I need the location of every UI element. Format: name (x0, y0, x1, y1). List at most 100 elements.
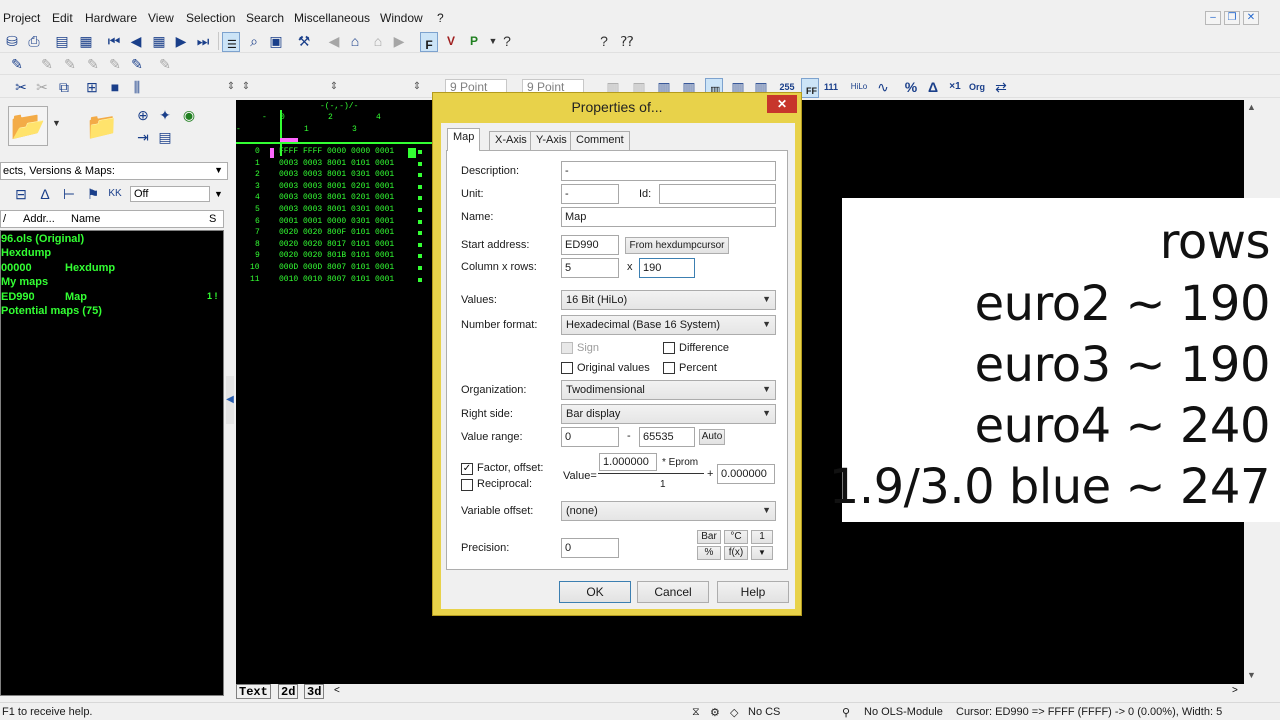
tree-item-hexdump-name[interactable]: Hexdump (65, 262, 115, 274)
folder-disabled-icon[interactable]: 📁 (84, 108, 120, 144)
name-field[interactable]: Map (561, 207, 776, 227)
v-icon[interactable]: V (442, 32, 460, 50)
number-format-select[interactable]: Hexadecimal (Base 16 System) ▼ (561, 315, 776, 335)
menu-help[interactable]: ? (437, 11, 444, 25)
add-version-icon[interactable]: ⊕ (134, 106, 152, 124)
tool7-icon[interactable]: ✎ (156, 55, 174, 73)
auto-button[interactable]: Auto (699, 429, 725, 445)
menu-view[interactable]: View (148, 11, 174, 25)
close-icon[interactable]: ✕ (767, 95, 797, 113)
reciprocal-checkbox[interactable] (461, 479, 473, 491)
minimize-icon[interactable]: – (1205, 11, 1221, 25)
tab-text[interactable]: Text (236, 684, 271, 699)
color-icon[interactable]: ■ (106, 78, 124, 96)
filter1-icon[interactable]: ⊟ (12, 185, 30, 203)
filter-off-button[interactable]: Off (130, 186, 210, 202)
hex-row[interactable]: 0020 0020 800F 0101 0001 (279, 228, 394, 237)
tab-3d[interactable]: 3d (304, 684, 325, 699)
ok-button[interactable]: OK (559, 581, 631, 603)
scroll-up-icon[interactable]: ▲ (1247, 102, 1256, 112)
window-icon[interactable]: ▤ (53, 32, 71, 50)
tools-icon[interactable]: ⚒ (295, 32, 313, 50)
x1-icon[interactable]: ×1 (946, 78, 964, 96)
hex-row[interactable]: 000D 000D 8007 0101 0001 (279, 263, 394, 272)
hex-row[interactable]: 0003 0003 8001 0201 0001 (279, 193, 394, 202)
tree-item-map-addr[interactable]: ED990 (1, 291, 35, 303)
filter-dropdown-icon[interactable]: ▼ (214, 189, 223, 199)
filter4-icon[interactable]: ⚑ (84, 185, 102, 203)
align-icon[interactable]: ⊞ (83, 78, 101, 96)
menu-search[interactable]: Search (246, 11, 284, 25)
start-address-field[interactable]: ED990 (561, 235, 619, 255)
col-s[interactable]: S (209, 213, 216, 225)
col-name[interactable]: Name (71, 213, 100, 225)
hex-row[interactable]: FFFF FFFF 0000 0000 0001 (279, 147, 394, 156)
hex-row[interactable]: 0003 0003 8001 0301 0001 (279, 205, 394, 214)
factor-offset-checkbox[interactable]: ✓ (461, 463, 473, 475)
tree-item-mymaps[interactable]: My maps (1, 276, 48, 288)
precision-field[interactable]: 0 (561, 538, 619, 558)
menu-hardware[interactable]: Hardware (85, 11, 137, 25)
fx-button[interactable]: f(x) (724, 546, 748, 560)
range-max-field[interactable]: 65535 (639, 427, 695, 447)
table-icon[interactable]: ▦ (150, 32, 168, 50)
scroll-right-icon[interactable]: > (1232, 685, 1238, 696)
variable-offset-select[interactable]: (none) ▼ (561, 501, 776, 521)
bin-icon[interactable]: 111 (822, 78, 840, 96)
menu-window[interactable]: Window (380, 11, 423, 25)
open-folder-icon[interactable]: 📂 (8, 106, 48, 146)
percent-icon[interactable]: % (902, 78, 920, 96)
tree-item-original[interactable]: 96.ols (Original) (1, 233, 84, 245)
props-icon[interactable]: ▤ (156, 128, 174, 146)
print-icon[interactable]: ⎙ (25, 32, 43, 50)
filter3-icon[interactable]: ⊢ (60, 185, 78, 203)
bar-button[interactable]: Bar (697, 530, 721, 544)
tab-2d[interactable]: 2d (278, 684, 299, 699)
values-select[interactable]: 16 Bit (HiLo) ▼ (561, 290, 776, 310)
hex-row[interactable]: 0003 0003 8001 0301 0001 (279, 170, 394, 179)
spin3-icon[interactable]: ⇕ (325, 78, 343, 96)
difference-checkbox[interactable] (663, 342, 675, 354)
description-field[interactable]: - (561, 161, 776, 181)
last-icon[interactable]: ⏭ (194, 32, 212, 50)
percent-button[interactable]: % (697, 546, 721, 560)
tool4-icon[interactable]: ✎ (84, 55, 102, 73)
spin4-icon[interactable]: ⇕ (408, 78, 426, 96)
hex-row[interactable]: 0003 0003 8001 0201 0001 (279, 182, 394, 191)
list-view-icon[interactable]: ☰ (222, 32, 240, 52)
columns-icon[interactable]: ⫼ (128, 78, 146, 96)
tool6-icon[interactable]: ✎ (128, 55, 146, 73)
splitter-arrow-icon[interactable]: ◀ (226, 376, 234, 424)
tree-item-hexdump-folder[interactable]: Hexdump (1, 247, 51, 259)
close-window-icon[interactable]: ✕ (1243, 11, 1259, 25)
menu-miscellaneous[interactable]: Miscellaneous (294, 11, 370, 25)
help-icon[interactable]: ? (595, 32, 613, 50)
hex-row[interactable]: 0010 0010 8007 0101 0001 (279, 275, 394, 284)
tab-y-axis[interactable]: Y-Axis (530, 131, 573, 150)
scroll-left-icon[interactable]: < (334, 685, 340, 696)
spin2-icon[interactable]: ⇕ (237, 78, 255, 96)
tree-item-map-name[interactable]: Map (65, 291, 87, 303)
org-icon[interactable]: Org (968, 78, 986, 96)
cancel-button[interactable]: Cancel (637, 581, 709, 603)
copy-icon[interactable]: ⧉ (55, 78, 73, 96)
question-icon[interactable]: ? (498, 32, 516, 50)
car-icon[interactable]: ⌂ (346, 32, 364, 50)
hex-row[interactable]: 0020 0020 8017 0101 0001 (279, 240, 394, 249)
organization-select[interactable]: Twodimensional ▼ (561, 380, 776, 400)
scroll-down-icon[interactable]: ▼ (1247, 670, 1256, 680)
globe-icon[interactable]: ◉ (180, 106, 198, 124)
menu-edit[interactable]: Edit (52, 11, 73, 25)
tool3-icon[interactable]: ✎ (61, 55, 79, 73)
hex-icon[interactable]: FF (801, 78, 819, 98)
save-icon[interactable]: ⛁ (3, 32, 21, 50)
filter5-icon[interactable]: KK (106, 185, 124, 203)
delta-icon[interactable]: Δ (924, 78, 942, 96)
tab-x-axis[interactable]: X-Axis (489, 131, 533, 150)
sign-checkbox[interactable] (561, 342, 573, 354)
one-button[interactable]: 1 (751, 530, 773, 544)
filter2-icon[interactable]: Δ (36, 185, 54, 203)
wand-icon[interactable]: ✦ (156, 106, 174, 124)
hex-row[interactable]: 0001 0001 0000 0301 0001 (279, 217, 394, 226)
from-hexdump-button[interactable]: From hexdumpcursor (625, 237, 729, 254)
